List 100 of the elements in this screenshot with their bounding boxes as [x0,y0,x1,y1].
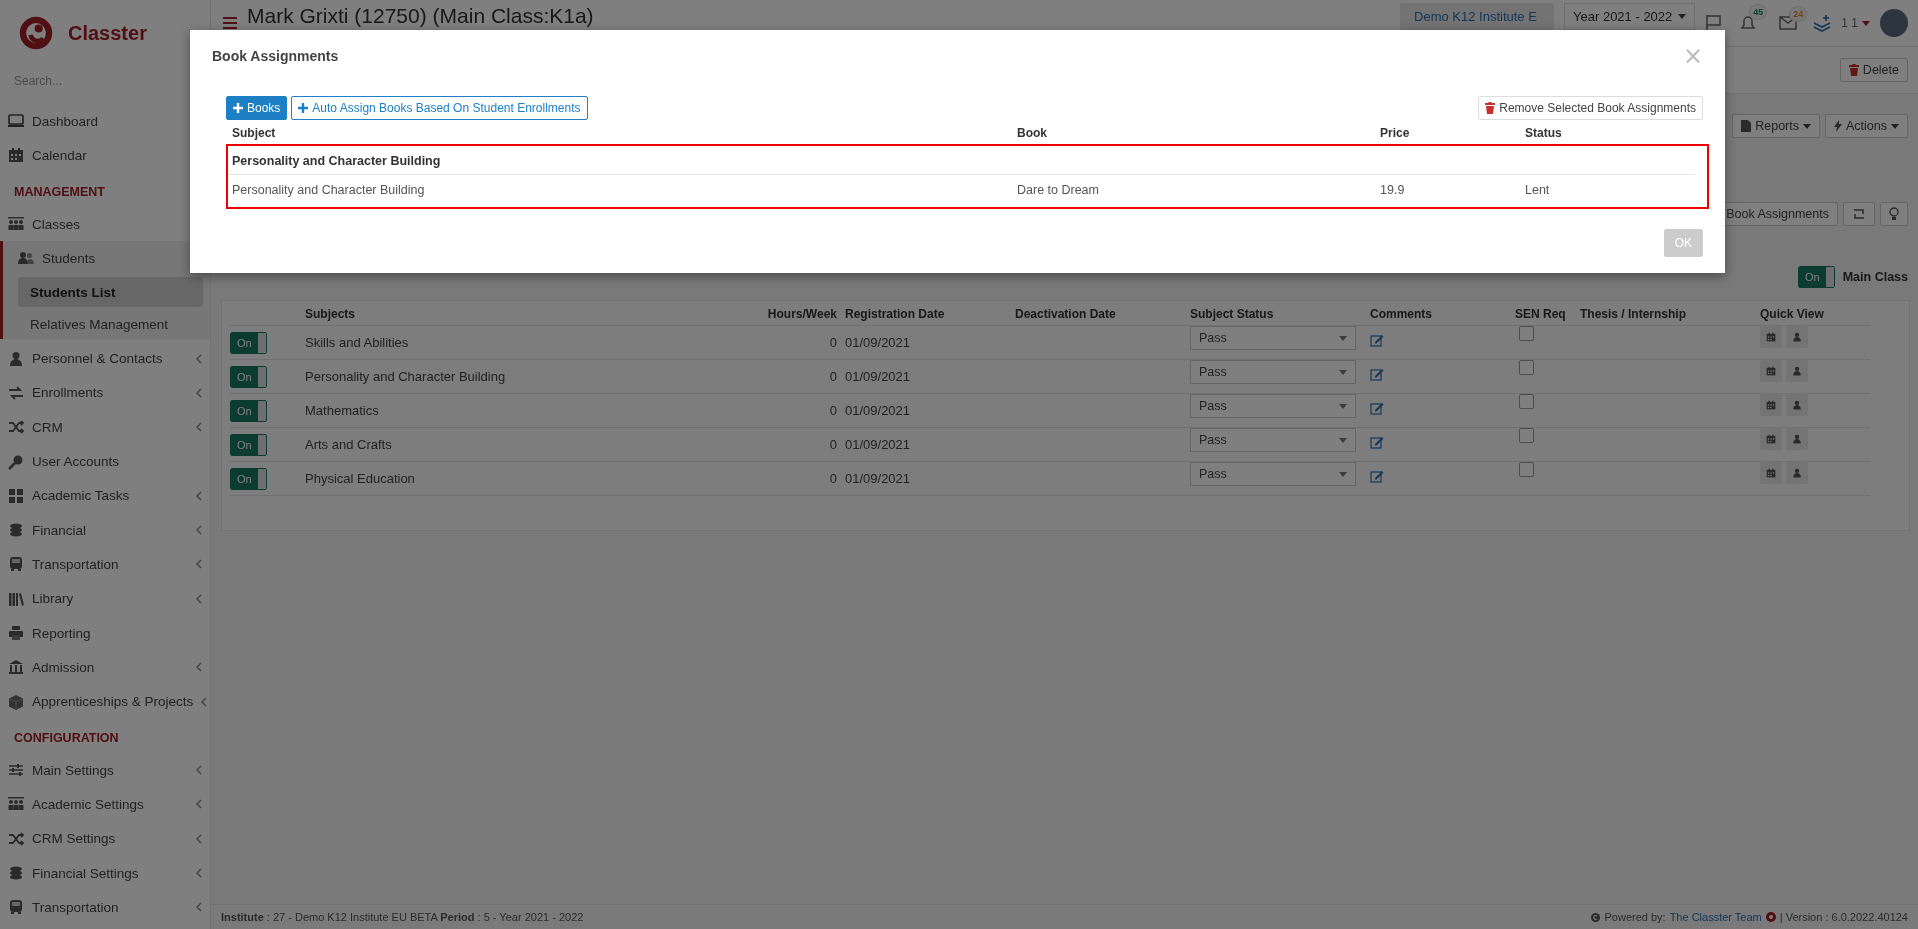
calendar-button[interactable] [1760,326,1782,348]
sidebar-item[interactable]: Financial Settings [0,855,210,891]
person-button[interactable] [1786,394,1808,416]
layers-icon [1813,14,1832,32]
subject-cell: Mathematics [305,394,760,428]
sidebar-item[interactable]: CRM Settings [0,821,210,856]
column-header: Status [1524,125,1563,142]
checkbox[interactable] [1519,326,1534,341]
edit-icon [1370,333,1384,347]
section-heading: MANAGEMENT [13,183,106,201]
sidebar-item[interactable]: Reporting [0,615,210,651]
lightbulb-icon [1889,207,1899,221]
group-heading: Personality and Character Building [228,146,1695,175]
hours-cell: 0 [760,428,845,462]
person-button[interactable] [1786,462,1808,484]
person-icon [1792,366,1802,376]
hours-cell: 0 [760,360,845,394]
remove-assignments-button[interactable]: Remove Selected Book Assignments [1478,96,1703,120]
checkbox[interactable] [1519,428,1534,443]
sidebar-item[interactable]: Transportation [0,547,210,582]
sidebar-item[interactable]: CRM [0,410,210,445]
person-button[interactable] [1786,360,1808,382]
sidebar-item[interactable]: Main Settings [0,753,210,788]
sidebar-item[interactable]: Students [3,241,210,276]
calendar-icon [8,147,24,164]
edit-icon [1370,367,1384,381]
toggle-switch[interactable]: On [230,366,267,388]
calendar-icon [1766,400,1776,410]
checkbox[interactable] [1519,462,1534,477]
team-link[interactable]: The Classter Team [1669,911,1762,923]
person-icon [1792,332,1802,342]
sidebar-item[interactable]: Admission [0,650,210,685]
sidebar-item[interactable]: Apprenticeships & Projects [0,684,210,719]
person-button[interactable] [1786,428,1808,450]
monitor-icon [8,113,24,130]
avatar[interactable] [1880,9,1908,37]
person-button[interactable] [1786,326,1808,348]
sidebar-item[interactable]: Dashboard [0,104,210,139]
group-icon [8,796,24,813]
checkbox[interactable] [1519,360,1534,375]
message-count: 24 [1789,6,1808,22]
status-dropdown[interactable]: Pass [1190,360,1356,384]
status-dropdown[interactable]: Pass [1190,462,1356,486]
institute-button[interactable]: Demo K12 Institute E [1400,2,1555,30]
checkbox[interactable] [1519,394,1534,409]
sidebar-item[interactable]: Financial [0,512,210,548]
toggle-switch[interactable]: On [1798,266,1835,288]
toggle-switch[interactable]: On [230,434,267,456]
actions-dropdown[interactable]: Actions [1825,114,1908,138]
book-cell-text: Dare to Dream [1016,182,1100,199]
date-cell: 01/09/2021 [845,326,1015,360]
sidebar-item[interactable]: Calendar [0,138,210,173]
sidebar-item[interactable]: Enrollments [0,375,210,411]
reports-dropdown[interactable]: Reports [1732,114,1820,138]
status-cell-text: Lent [1524,182,1551,199]
toggle-switch[interactable]: On [230,400,267,422]
caret-icon [1339,403,1347,409]
toggle-switch[interactable]: On [230,332,267,354]
year-dropdown[interactable]: Year 2021 - 2022 [1564,2,1696,30]
copyright-icon [1591,912,1601,922]
logo-icon [18,15,54,51]
main-class-label: Main Class [1842,270,1908,284]
status-dropdown[interactable]: Pass [1190,394,1356,418]
price-cell-text: 19.9 [1379,182,1406,199]
toggle-switch[interactable]: On [230,468,267,490]
person-icon [1792,400,1802,410]
delete-button[interactable]: Delete [1839,58,1908,82]
sidebar-item[interactable]: Classes [0,206,210,242]
auto-assign-button[interactable]: Auto Assign Books Based On Student Enrollments [291,96,588,120]
sidebar-item[interactable]: Library [0,581,210,616]
subject-cell: Arts and Crafts [305,428,760,462]
trash-icon [1485,102,1496,114]
sidebar-item[interactable]: Personnel & Contacts [0,341,210,376]
sidebar-item[interactable]: Transportation [0,890,210,925]
calendar-button[interactable] [1760,462,1782,484]
calendar-button[interactable] [1760,360,1782,382]
logo-icon [1765,912,1776,922]
user-menu[interactable]: 1 1 [1841,16,1870,30]
column-header: Price [1379,125,1411,142]
transfer-button[interactable] [1843,202,1875,226]
people-icon [18,250,34,267]
hours-cell: 0 [760,326,845,360]
edit-icon [1370,469,1384,483]
sidebar-subitem[interactable]: Students List [18,277,203,308]
version-text: | Version : 6.0.2022.40124 [1779,911,1908,923]
sidebar-subitem[interactable]: Relatives Management [18,309,203,340]
calendar-icon [1766,434,1776,444]
sidebar-item[interactable]: User Accounts [0,444,210,479]
status-dropdown[interactable]: Pass [1190,428,1356,452]
status-dropdown[interactable]: Pass [1190,326,1356,350]
plus-icon [298,103,309,113]
calendar-button[interactable] [1760,394,1782,416]
sidebar-item[interactable]: Academic Tasks [0,478,210,513]
menu-icon [223,17,237,29]
printer-icon [8,625,24,641]
column-header: Book [1016,125,1048,142]
sidebar-item[interactable]: Academic Settings [0,787,210,822]
add-books-button[interactable]: Books [226,96,288,120]
idea-button[interactable] [1880,202,1908,226]
calendar-button[interactable] [1760,428,1782,450]
